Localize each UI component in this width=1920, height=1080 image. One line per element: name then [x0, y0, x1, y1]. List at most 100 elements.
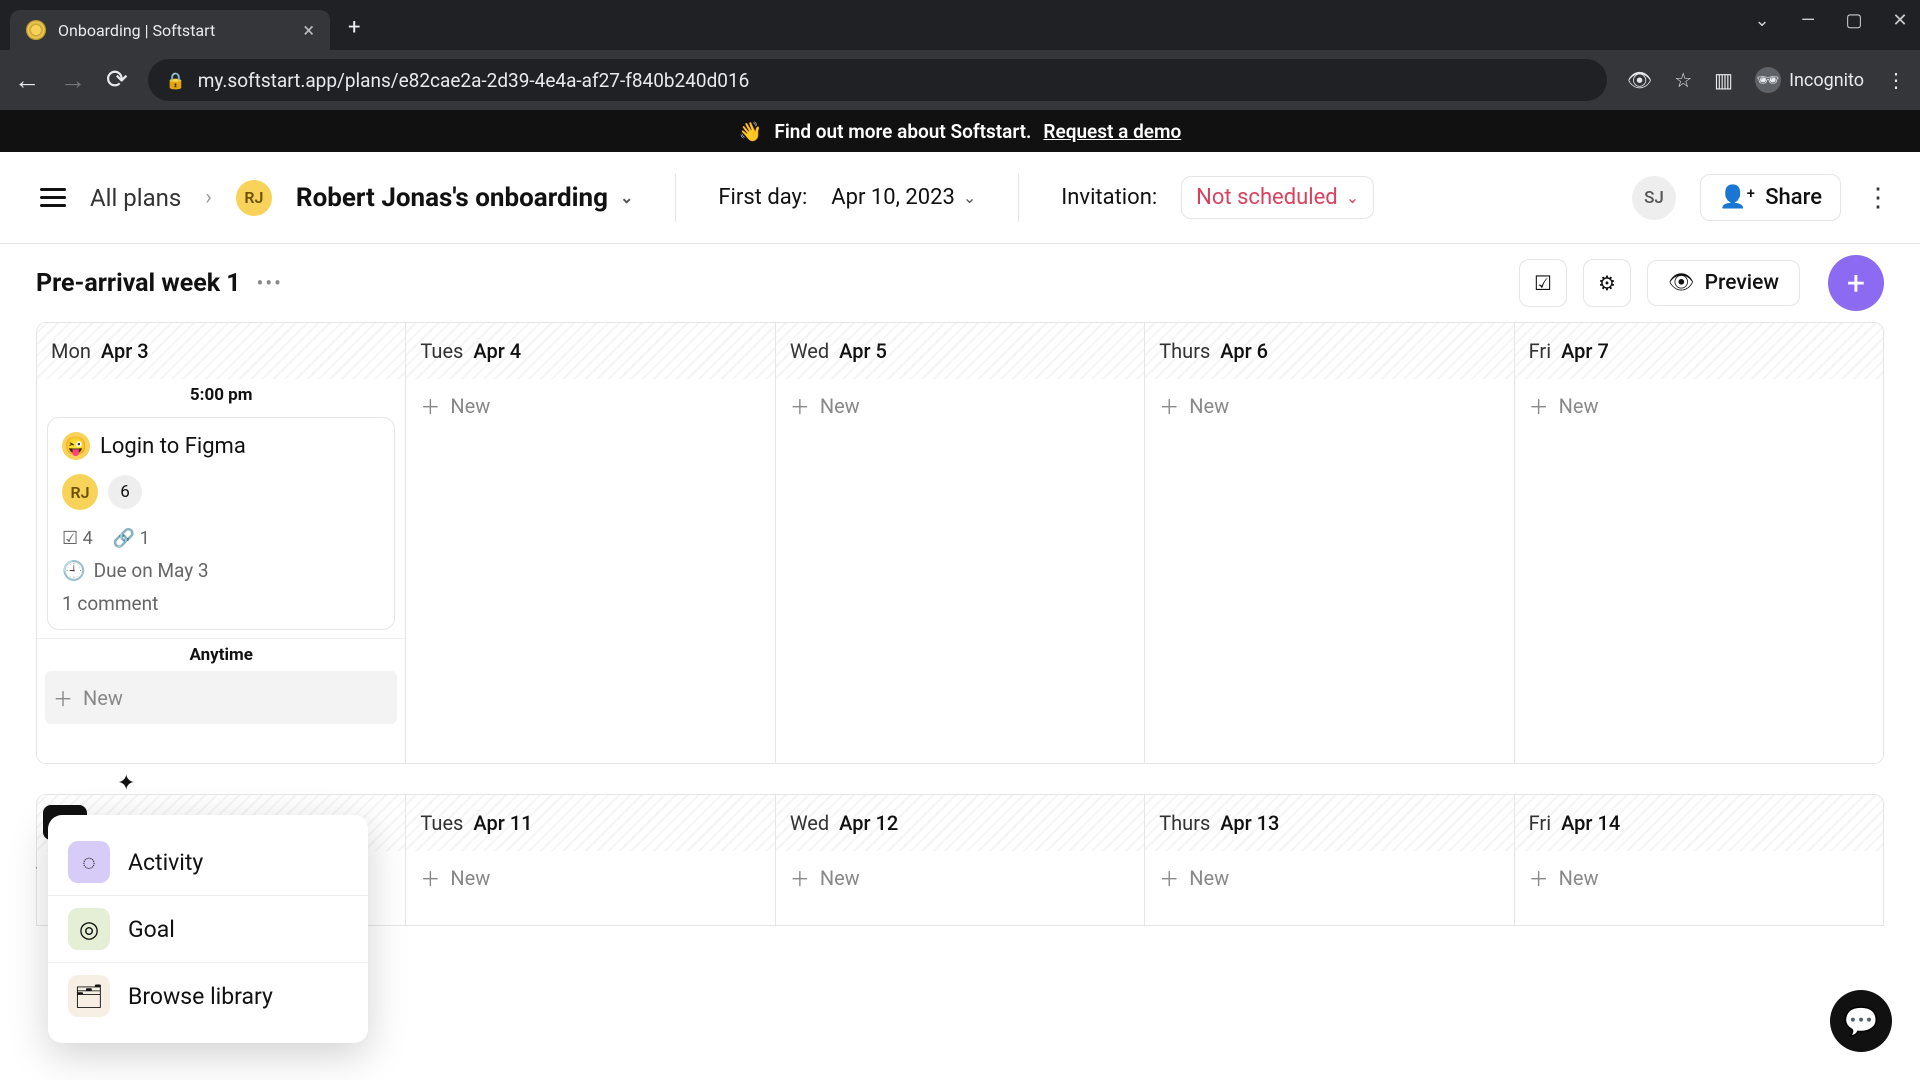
- plus-icon: ＋: [790, 863, 810, 892]
- minimize-icon[interactable]: —: [1798, 10, 1818, 31]
- popup-item-goal[interactable]: ◎ Goal: [48, 895, 368, 963]
- banner-cta-link[interactable]: Request a demo: [1043, 120, 1181, 143]
- first-day-value: Apr 10, 2023: [831, 185, 955, 210]
- plan-avatar: RJ: [236, 180, 272, 216]
- new-item-popup: ◌ Activity ◎ Goal 🗂 Browse library: [48, 815, 368, 1043]
- new-label: New: [1559, 866, 1599, 890]
- more-menu-button[interactable]: ⋮: [1865, 183, 1892, 213]
- extensions-icon[interactable]: ▥: [1714, 68, 1733, 92]
- day-date: Apr 4: [473, 339, 521, 363]
- new-task-button[interactable]: ＋New: [406, 379, 774, 432]
- close-window-icon[interactable]: ✕: [1890, 10, 1910, 31]
- day-name: Tues: [420, 811, 463, 835]
- share-icon: 👤⁺: [1719, 185, 1755, 210]
- invitation-label: Invitation:: [1061, 185, 1157, 210]
- new-task-button[interactable]: ＋New: [1145, 379, 1513, 432]
- browser-tab[interactable]: Onboarding | Softstart ×: [10, 10, 330, 50]
- day-name: Mon: [51, 339, 91, 363]
- reload-button[interactable]: ⟳: [106, 65, 128, 95]
- browser-tab-strip: Onboarding | Softstart × +: [0, 0, 1920, 50]
- promo-banner: 👋 Find out more about Softstart. Request…: [0, 110, 1920, 152]
- day-name: Wed: [790, 811, 829, 835]
- chevron-right-icon: ›: [205, 185, 212, 210]
- new-label: New: [1189, 394, 1229, 418]
- share-button[interactable]: 👤⁺ Share: [1700, 174, 1841, 221]
- eye-off-icon[interactable]: 👁: [1627, 68, 1652, 92]
- new-label: New: [1189, 866, 1229, 890]
- plan-title-dropdown[interactable]: Robert Jonas's onboarding ⌄: [296, 183, 633, 213]
- section-toolbar: Pre-arrival week 1 ••• ☑ ⚙ 👁 Preview +: [0, 244, 1920, 322]
- breadcrumb-all-plans[interactable]: All plans: [90, 184, 181, 212]
- day-column-wed2: Wed Apr 12 ＋New: [776, 795, 1145, 925]
- back-button[interactable]: ←: [14, 65, 40, 96]
- new-label: New: [1559, 394, 1599, 418]
- new-task-button[interactable]: ＋ New: [1515, 851, 1883, 904]
- chevron-down-icon[interactable]: ⌄: [1752, 10, 1772, 31]
- checklist-tool-button[interactable]: ☑: [1519, 259, 1567, 307]
- divider: [1018, 174, 1019, 222]
- due-date: 🕘 Due on May 3: [62, 559, 380, 582]
- library-icon: 🗂: [68, 975, 110, 1017]
- day-column-thurs: ThursApr 6 ＋New: [1145, 323, 1514, 763]
- new-task-button[interactable]: ＋New: [776, 379, 1144, 432]
- incognito-label: Incognito: [1789, 70, 1864, 91]
- day-date: Apr 3: [101, 339, 149, 363]
- bookmark-icon[interactable]: ☆: [1674, 68, 1692, 92]
- preview-button[interactable]: 👁 Preview: [1647, 260, 1800, 306]
- day-date: Apr 5: [839, 339, 887, 363]
- new-task-button[interactable]: ＋New: [1145, 851, 1513, 904]
- link-count: 🔗 1: [113, 528, 150, 549]
- day-column-fri2: FriApr 14 ＋New: [1515, 795, 1883, 925]
- user-avatar[interactable]: SJ: [1632, 176, 1676, 220]
- day-date: Apr 12: [839, 811, 898, 835]
- day-name: Tues: [420, 339, 463, 363]
- plus-icon: ＋: [420, 863, 440, 892]
- menu-button[interactable]: [40, 183, 66, 212]
- new-task-button[interactable]: ＋New: [776, 851, 1144, 904]
- day-name: Fri: [1529, 339, 1551, 363]
- plus-icon: ＋: [420, 391, 440, 420]
- incognito-indicator: 🕶 Incognito: [1755, 67, 1864, 93]
- new-label: New: [83, 686, 123, 710]
- add-fab-button[interactable]: +: [1828, 255, 1884, 311]
- forward-button[interactable]: →: [60, 65, 86, 96]
- divider: [675, 174, 676, 222]
- day-column-tues: Tues Apr 4 ＋New: [406, 323, 775, 763]
- new-task-button[interactable]: ＋ New: [45, 671, 397, 724]
- day-column-wed: WedApr 5 ＋New: [776, 323, 1145, 763]
- popup-label: Activity: [128, 849, 203, 876]
- day-date: Apr 7: [1561, 339, 1609, 363]
- week-grid: Mon Apr 3 5:00 pm 😜 Login to Figma RJ 6 …: [36, 322, 1884, 764]
- new-task-button[interactable]: ＋New: [406, 851, 774, 904]
- new-tab-button[interactable]: +: [330, 15, 378, 50]
- popup-item-activity[interactable]: ◌ Activity: [48, 829, 368, 895]
- lock-icon: 🔒: [166, 71, 186, 90]
- plus-icon: ＋: [790, 391, 810, 420]
- plus-icon: ＋: [1529, 863, 1549, 892]
- preview-label: Preview: [1705, 271, 1779, 295]
- chevron-down-icon: ⌄: [963, 188, 976, 207]
- close-tab-icon[interactable]: ×: [303, 20, 314, 40]
- day-name: Thurs: [1159, 811, 1210, 835]
- new-task-button[interactable]: ＋New: [1515, 379, 1883, 432]
- day-name: Thurs: [1159, 339, 1210, 363]
- url-input[interactable]: 🔒 my.softstart.app/plans/e82cae2a-2d39-4…: [148, 59, 1607, 101]
- address-bar: ← → ⟳ 🔒 my.softstart.app/plans/e82cae2a-…: [0, 50, 1920, 110]
- browser-menu-icon[interactable]: ⋮: [1886, 68, 1906, 92]
- day-column-mon: Mon Apr 3 5:00 pm 😜 Login to Figma RJ 6 …: [37, 323, 406, 763]
- filter-tool-button[interactable]: ⚙: [1583, 259, 1631, 307]
- maximize-icon[interactable]: ▢: [1844, 10, 1864, 31]
- day-date: Apr 13: [1220, 811, 1279, 835]
- chevron-down-icon: ⌄: [620, 188, 633, 207]
- section-menu-button[interactable]: •••: [257, 271, 283, 295]
- invitation-dropdown[interactable]: Not scheduled ⌄: [1181, 176, 1374, 219]
- card-title: Login to Figma: [100, 434, 246, 459]
- popup-item-library[interactable]: 🗂 Browse library: [48, 963, 368, 1029]
- incognito-icon: 🕶: [1755, 67, 1781, 93]
- url-text: my.softstart.app/plans/e82cae2a-2d39-4e4…: [198, 69, 750, 92]
- task-card[interactable]: 😜 Login to Figma RJ 6 ☑ 4 🔗 1 🕘 Due on M…: [47, 417, 395, 630]
- help-chat-button[interactable]: 💬: [1830, 990, 1892, 1052]
- section-title: Pre-arrival week 1: [36, 269, 241, 298]
- day-column-thurs2: Thurs Apr 13 ＋New: [1145, 795, 1514, 925]
- first-day-picker[interactable]: Apr 10, 2023 ⌄: [831, 185, 976, 210]
